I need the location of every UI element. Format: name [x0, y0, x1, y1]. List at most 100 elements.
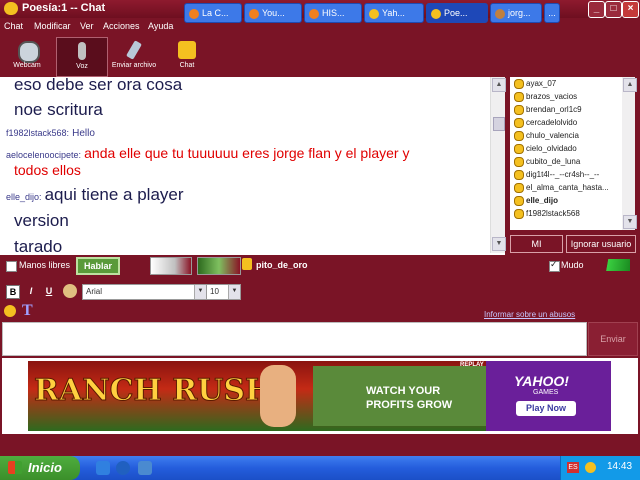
user-item[interactable]: el_alma_canta_hasta...	[514, 183, 609, 195]
webcam-button[interactable]: Webcam	[8, 37, 46, 75]
user-list-scrollbar[interactable]: ▲ ▼	[622, 77, 637, 230]
paperclip-icon	[126, 40, 142, 60]
chat-window-icon	[495, 8, 505, 19]
font-select[interactable]: Arial ▼	[82, 284, 207, 300]
size-select[interactable]: 10 ▼	[206, 284, 241, 300]
window-title: Poesía:1 -- Chat	[22, 2, 106, 14]
mudo-checkbox[interactable]: ✓	[549, 259, 560, 272]
app-icon	[4, 2, 18, 15]
user-item[interactable]: brazos_vacios	[514, 92, 577, 104]
chat-line: tarado	[14, 237, 63, 255]
ad-title: RANCH RUSH	[33, 373, 274, 409]
enviar-archivo-button[interactable]: Enviar archivo	[108, 37, 160, 75]
yahoo-games: GAMES	[533, 389, 559, 396]
chat-icon	[178, 41, 196, 59]
user-item[interactable]: ayax_07	[514, 79, 556, 91]
scroll-up-icon[interactable]: ▲	[492, 78, 506, 92]
smiley-icon	[514, 92, 524, 102]
user-item[interactable]: cercadelolvido	[514, 118, 577, 130]
ignorar-usuario-button[interactable]: Ignorar usuario	[566, 235, 636, 253]
menu-ver[interactable]: Ver	[80, 21, 94, 31]
taskbar-item-active[interactable]: Poe...	[426, 3, 488, 23]
ad-replay[interactable]: REPLAY	[460, 362, 484, 368]
speaking-user: pito_de_oro	[256, 260, 308, 270]
user-item[interactable]: elle_dijo	[514, 196, 558, 208]
minimize-button[interactable]: _	[588, 1, 605, 18]
taskbar-item[interactable]: La C...	[184, 3, 242, 23]
menu-chat[interactable]: Chat	[4, 21, 23, 31]
ad-yahoo-panel: YAHOO! GAMES Play Now	[486, 361, 611, 431]
mi-button[interactable]: MI	[510, 235, 563, 253]
firefox-icon	[249, 8, 259, 19]
chat-line: eso debe ser ora cosa	[14, 77, 183, 94]
chat-nick[interactable]: elle_dijo:	[6, 192, 42, 202]
firefox-icon	[309, 8, 319, 19]
close-button[interactable]: ×	[622, 1, 639, 18]
report-abuse-link[interactable]: Informar sobre un abusos	[484, 310, 575, 319]
scroll-up-icon[interactable]: ▲	[623, 78, 637, 92]
messenger-icon[interactable]	[138, 461, 152, 475]
taskbar-item[interactable]: You...	[244, 3, 302, 23]
smiley-icon	[514, 144, 524, 154]
italic-button[interactable]: I	[25, 285, 37, 297]
scroll-down-icon[interactable]: ▼	[492, 237, 506, 251]
user-item[interactable]: f1982lstack568	[514, 209, 580, 221]
hablar-button[interactable]: Hablar	[76, 257, 120, 275]
taskbar-item[interactable]: Yah...	[364, 3, 424, 23]
chat-transcript: eso debe ser ora cosa noe scritura f1982…	[0, 77, 505, 255]
message-input[interactable]	[2, 322, 587, 356]
ad-banner[interactable]: RANCH RUSH REPLAY WATCH YOUR PROFITS GRO…	[28, 361, 611, 431]
clock: 14:43	[607, 461, 633, 472]
mic-level-meter	[150, 257, 192, 275]
taskbar-item[interactable]: HIS...	[304, 3, 362, 23]
volume-slider[interactable]	[592, 259, 630, 271]
taskbar-overflow[interactable]: ...	[544, 3, 560, 23]
chat-line-continued: todos ellos	[14, 162, 81, 178]
firefox-icon	[189, 8, 199, 19]
underline-button[interactable]: U	[43, 285, 55, 297]
bold-button[interactable]: B	[6, 285, 20, 299]
menu-modificar[interactable]: Modificar	[34, 21, 71, 31]
taskbar-item[interactable]: jorg...	[490, 3, 542, 23]
microphone-icon	[78, 42, 86, 60]
user-item[interactable]: cielo_olvidado	[514, 144, 577, 156]
user-item[interactable]: chulo_valencia	[514, 131, 579, 143]
voz-button[interactable]: Voz	[56, 37, 108, 77]
chat-line: f1982lstack568: Hello	[6, 128, 95, 139]
scroll-thumb[interactable]	[493, 117, 505, 131]
ad-tagline-2: PROFITS GROW	[366, 399, 453, 411]
chat-line: noe scritura	[14, 100, 103, 119]
play-now-button[interactable]: Play Now	[516, 401, 576, 416]
chat-line: aelocelenoocipete: anda elle que tu tuuu…	[6, 145, 410, 161]
language-indicator[interactable]: ES	[567, 462, 579, 473]
mudo-label: Mudo	[561, 260, 584, 270]
toolbar: Webcam Voz Enviar archivo Chat	[0, 37, 640, 77]
enviar-button[interactable]: Enviar	[588, 322, 638, 356]
chat-button[interactable]: Chat	[168, 37, 206, 75]
user-item[interactable]: cubito_de_luna	[514, 157, 580, 169]
menu-acciones[interactable]: Acciones	[103, 21, 140, 31]
menu-ayuda[interactable]: Ayuda	[148, 21, 173, 31]
chat-scrollbar[interactable]: ▲ ▼	[490, 77, 506, 253]
chat-nick[interactable]: aelocelenoocipete:	[6, 150, 81, 160]
smiley-icon	[514, 157, 524, 167]
text-style-icon[interactable]: T	[22, 302, 33, 320]
color-palette-icon[interactable]	[63, 284, 77, 298]
webcam-icon	[18, 41, 40, 63]
smiley-icon	[514, 183, 524, 193]
chat-nick[interactable]: f1982lstack568:	[6, 128, 69, 138]
chat-line: version	[14, 211, 69, 230]
internet-explorer-icon[interactable]	[116, 461, 130, 475]
manos-libres-checkbox[interactable]	[6, 261, 17, 272]
desktop-icon[interactable]	[96, 461, 110, 475]
yahoo-messenger-icon	[369, 8, 379, 19]
scroll-down-icon[interactable]: ▼	[623, 215, 637, 229]
tray-messenger-icon[interactable]	[585, 462, 596, 473]
start-button[interactable]: Inicio	[0, 456, 80, 480]
emoticon-icon[interactable]	[4, 305, 16, 317]
smiley-icon	[514, 196, 524, 206]
manos-libres-label: Manos libres	[19, 260, 71, 270]
user-item[interactable]: dig1t4l--_--cr4sh--_--	[514, 170, 599, 182]
user-item[interactable]: brendan_orl1c9	[514, 105, 582, 117]
maximize-button[interactable]: □	[605, 1, 622, 18]
